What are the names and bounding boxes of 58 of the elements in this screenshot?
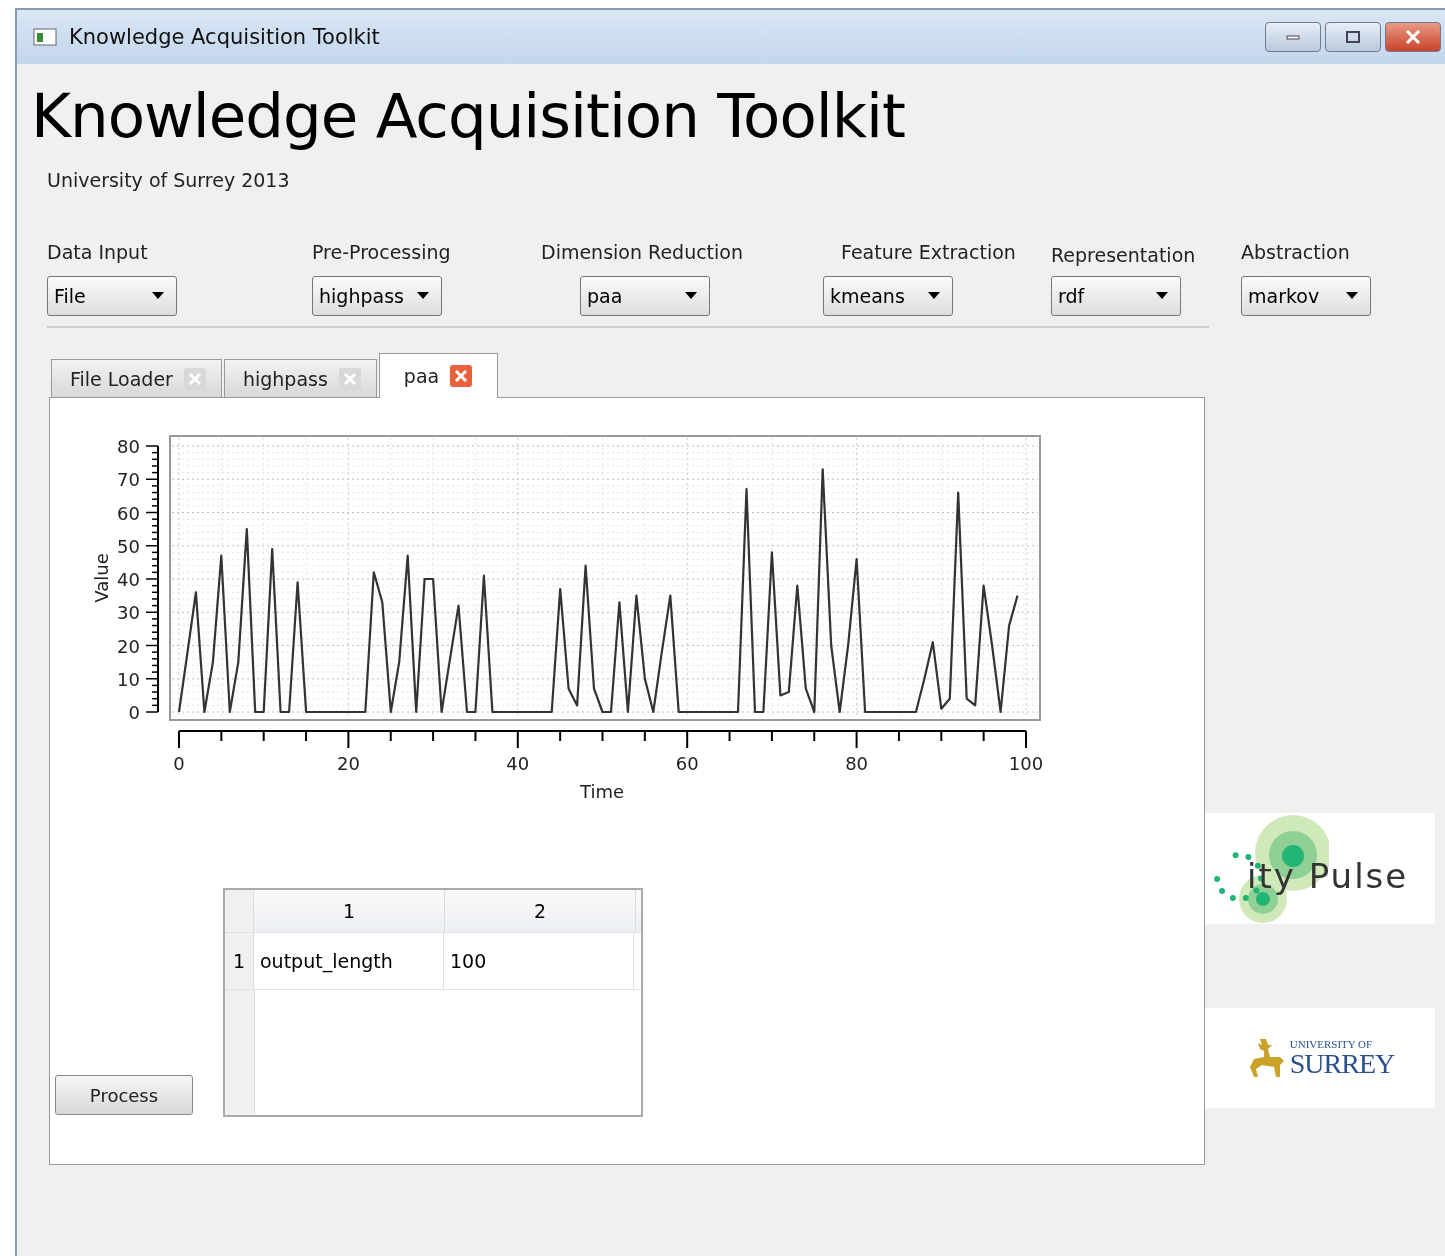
stage-label: Feature Extraction [841,241,1016,265]
column-header: 1 [254,890,445,932]
tick-label: 0 [128,702,140,723]
caret-icon [152,292,164,300]
tick-label: 30 [117,602,140,624]
stage-dropdown[interactable]: rdf [1051,276,1181,316]
stage-dropdown[interactable]: markov [1241,276,1371,316]
app-icon [33,28,57,46]
close-button[interactable] [1385,22,1441,52]
caret-icon [685,292,697,300]
stage-label: Data Input [47,241,148,265]
tick-label: 40 [117,569,140,590]
close-icon[interactable] [449,364,474,388]
tick-label: 70 [117,469,140,491]
tick-label: 80 [117,436,140,457]
logo-text: UNIVERSITY OF [1289,1038,1374,1050]
caret-icon [928,292,940,300]
process-button[interactable]: Process [55,1075,193,1115]
tick-label: 80 [845,753,869,774]
tick-label: 40 [506,753,530,774]
stage-label: Abstraction [1241,241,1350,265]
stage-dropdown[interactable]: kmeans [823,276,953,316]
caret-icon [1346,292,1358,300]
tick-label: 0 [173,753,185,774]
axis-title: Time [579,781,625,802]
stage-dropdown[interactable]: File [47,276,177,316]
app-heading: Knowledge Acquisition Toolkit [31,80,906,151]
subtitle: University of Surrey 2013 [47,169,291,191]
tick-label: 50 [117,535,140,557]
stage-label: Representation [1051,244,1196,268]
logo-text: SURREY [1289,1049,1395,1078]
row-header: 1 [225,933,254,989]
tick-label: 60 [675,753,699,774]
close-icon [1405,30,1421,44]
tick-label: 10 [117,668,140,690]
table-cell: output_length [254,933,444,989]
table-cell: 100 [444,933,634,989]
maximize-icon [1345,31,1361,43]
tick-label: 100 [1008,753,1044,774]
maximize-button[interactable] [1325,22,1381,52]
minimize-button[interactable] [1265,22,1321,52]
caret-icon [417,292,429,300]
logo-text: ity Pulse [1247,855,1409,896]
tick-label: 20 [117,635,140,657]
axis-title: Value [91,553,112,603]
tick-label: 60 [117,502,140,524]
stage-label: Dimension Reduction [541,241,743,265]
caret-icon [1156,292,1168,300]
tab[interactable]: File Loader [51,359,222,397]
tab[interactable]: highpass [223,359,377,397]
stage-dropdown[interactable]: highpass [312,276,442,316]
window-title: Knowledge Acquisition Toolkit [69,25,381,49]
tab[interactable]: paa [378,353,499,398]
stage-dropdown[interactable]: paa [580,276,710,316]
tick-label: 20 [336,753,360,774]
minimize-icon [1286,34,1300,40]
stage-label: Pre-Processing [312,241,451,265]
column-header: 2 [445,890,636,932]
